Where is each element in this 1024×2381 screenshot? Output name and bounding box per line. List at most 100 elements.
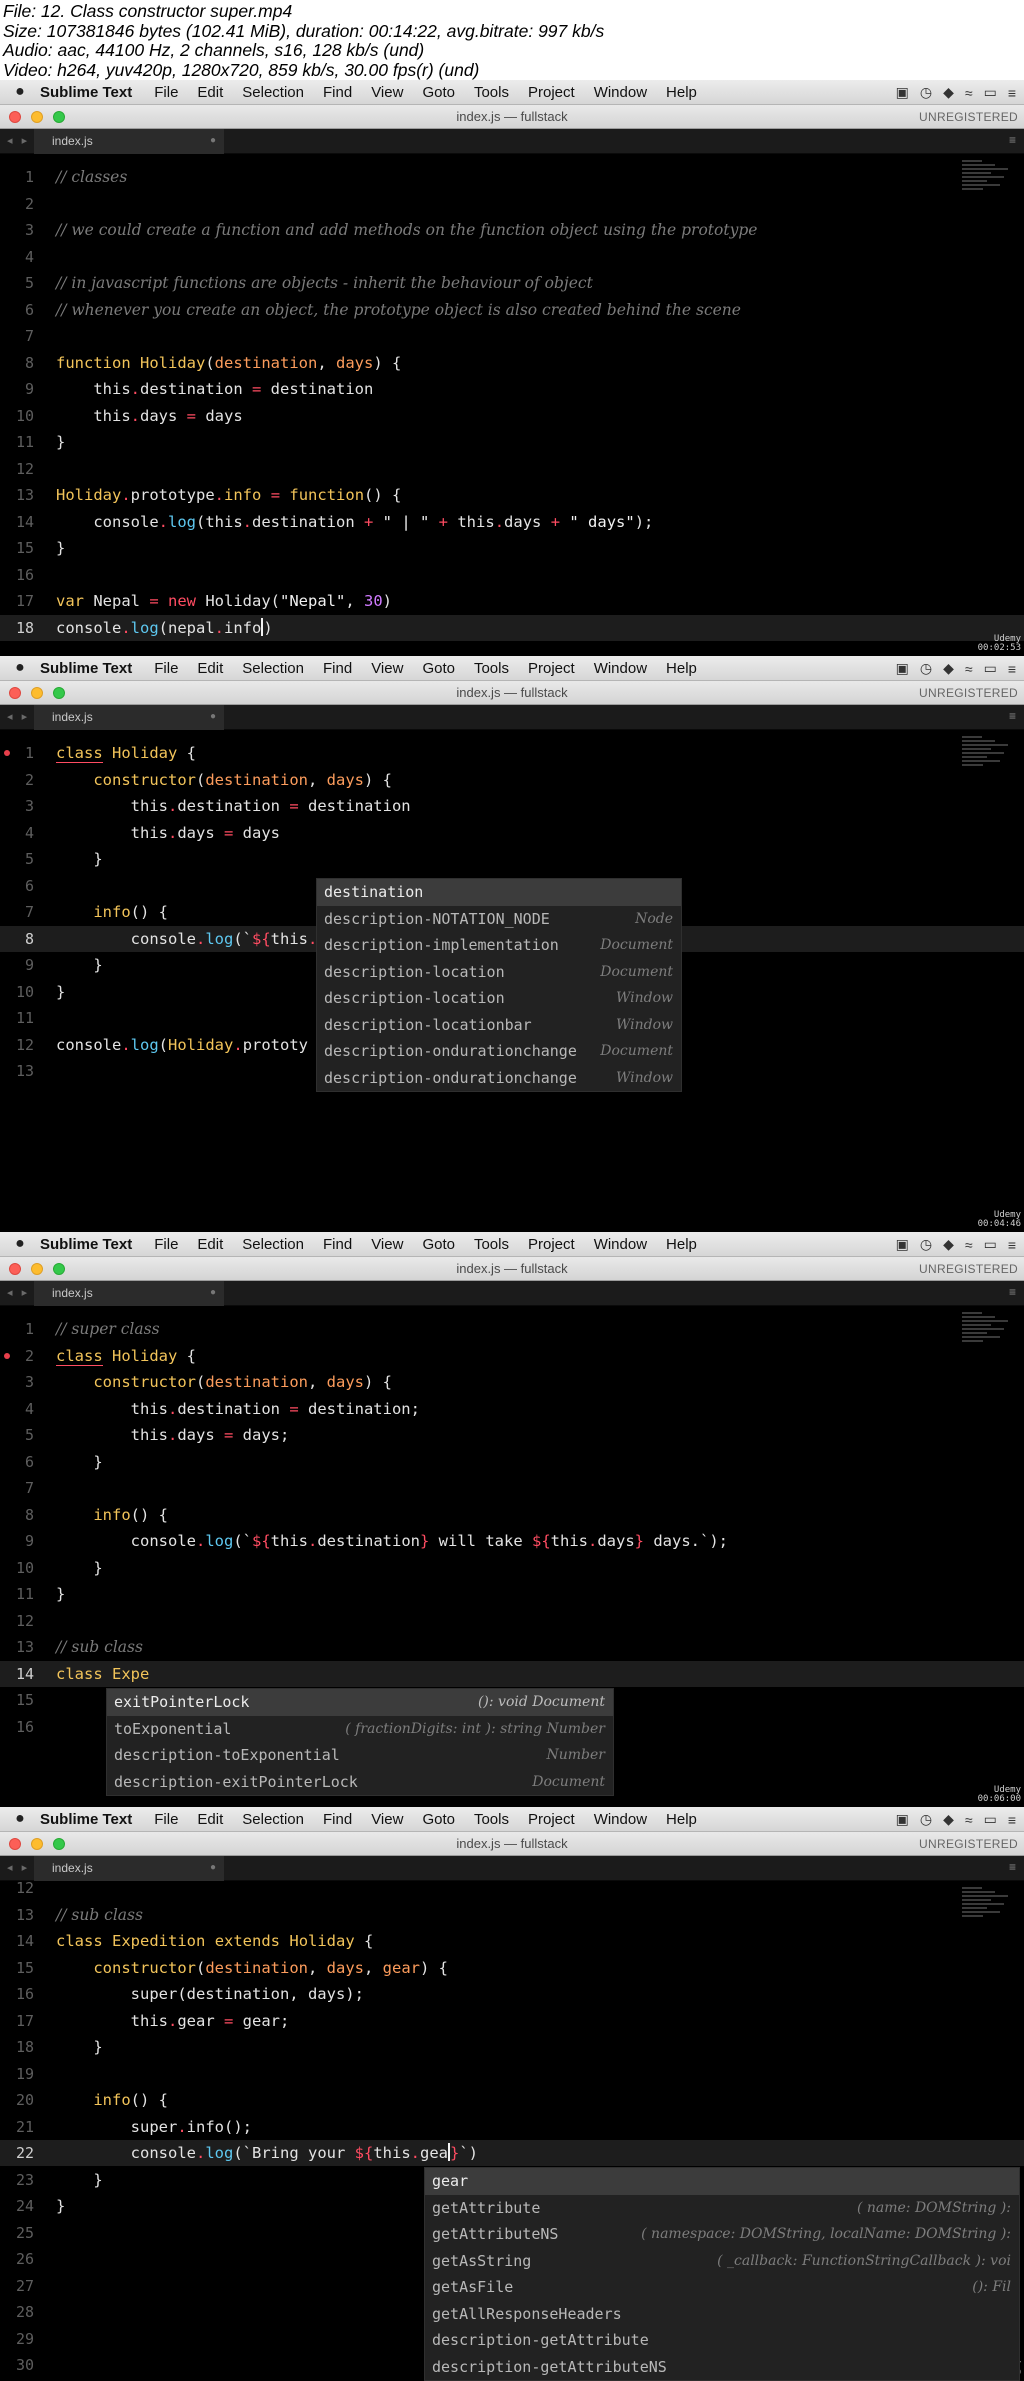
app-name-menu[interactable]: Sublime Text — [40, 1236, 132, 1253]
menu-file[interactable]: File — [154, 84, 178, 101]
menu-selection[interactable]: Selection — [242, 84, 304, 101]
tab-modified-icon[interactable]: ● — [210, 711, 216, 722]
autocomplete-item[interactable]: description-getAttribute — [425, 2327, 1019, 2354]
autocomplete-item[interactable]: description-ondurationchange Document — [317, 1038, 681, 1065]
menu-project[interactable]: Project — [528, 84, 575, 101]
autocomplete-popup[interactable]: destination description-NOTATION_NODE Node… — [316, 878, 682, 1092]
menu-goto[interactable]: Goto — [422, 1811, 455, 1828]
apple-icon[interactable]: ● — [0, 1235, 40, 1253]
menu-tools[interactable]: Tools — [474, 660, 509, 677]
menu-goto[interactable]: Goto — [422, 1236, 455, 1253]
minimap[interactable] — [962, 1312, 1012, 1344]
autocomplete-item[interactable]: toExponential ( fractionDigits: int ): st… — [107, 1716, 613, 1743]
autocomplete-item[interactable]: description-exitPointerLock Document — [107, 1769, 613, 1796]
tab-menu-icon[interactable]: ≡ — [1009, 133, 1016, 147]
menu-tools[interactable]: Tools — [474, 1811, 509, 1828]
menu-file[interactable]: File — [154, 660, 178, 677]
menu-find[interactable]: Find — [323, 1811, 352, 1828]
menu-help[interactable]: Help — [666, 1811, 697, 1828]
tab-menu-icon[interactable]: ≡ — [1009, 709, 1016, 723]
menu-goto[interactable]: Goto — [422, 660, 455, 677]
code-editor[interactable]: 1 // classes 2 3 // we could create a functi… — [0, 154, 1024, 656]
menu-window[interactable]: Window — [594, 660, 647, 677]
dropbox-icon[interactable]: ◆ — [943, 1236, 954, 1253]
menu-tools[interactable]: Tools — [474, 84, 509, 101]
airplay-icon[interactable]: ▭ — [984, 84, 997, 101]
tab-nav-arrows-icon[interactable]: ◂ ▸ — [7, 134, 30, 147]
tab-modified-icon[interactable]: ● — [210, 1862, 216, 1873]
tab-index-js[interactable]: index.js ● — [34, 1856, 224, 1881]
autocomplete-item[interactable]: gear — [425, 2168, 1019, 2195]
dropbox-icon[interactable]: ◆ — [943, 1811, 954, 1828]
autocomplete-item[interactable]: getAttribute ( name: DOMString ): — [425, 2195, 1019, 2222]
minimap[interactable] — [962, 160, 1012, 192]
menu-help[interactable]: Help — [666, 84, 697, 101]
tab-modified-icon[interactable]: ● — [210, 1287, 216, 1298]
autocomplete-item[interactable]: getAllResponseHeaders — [425, 2301, 1019, 2328]
list-icon[interactable]: ≡ — [1008, 1812, 1016, 1828]
autocomplete-item[interactable]: getAsFile (): Fil — [425, 2274, 1019, 2301]
app-name-menu[interactable]: Sublime Text — [40, 660, 132, 677]
airplay-icon[interactable]: ▭ — [984, 660, 997, 677]
autocomplete-item[interactable]: getAsString ( _callback: FunctionStringCa… — [425, 2248, 1019, 2275]
camera-icon[interactable]: ▣ — [896, 1811, 909, 1828]
menu-edit[interactable]: Edit — [197, 1236, 223, 1253]
dropbox-icon[interactable]: ◆ — [943, 660, 954, 677]
autocomplete-item[interactable]: getAttributeNS ( namespace: DOMString, lo… — [425, 2221, 1019, 2248]
autocomplete-item[interactable]: description-NOTATION_NODE Node — [317, 906, 681, 933]
apple-icon[interactable]: ● — [0, 1810, 40, 1828]
menu-edit[interactable]: Edit — [197, 1811, 223, 1828]
autocomplete-popup[interactable]: gear getAttribute( name: DOMString ): getA… — [424, 2167, 1020, 2381]
camera-icon[interactable]: ▣ — [896, 660, 909, 677]
list-icon[interactable]: ≡ — [1008, 85, 1016, 101]
apple-icon[interactable]: ● — [0, 659, 40, 677]
menu-view[interactable]: View — [371, 660, 403, 677]
clock-icon[interactable]: ◷ — [920, 84, 932, 101]
menu-tools[interactable]: Tools — [474, 1236, 509, 1253]
menu-window[interactable]: Window — [594, 1236, 647, 1253]
autocomplete-item[interactable]: destination — [317, 879, 681, 906]
menu-edit[interactable]: Edit — [197, 84, 223, 101]
autocomplete-item[interactable]: description-location Window — [317, 985, 681, 1012]
menu-project[interactable]: Project — [528, 660, 575, 677]
dropbox-icon[interactable]: ◆ — [943, 84, 954, 101]
airplay-icon[interactable]: ▭ — [984, 1236, 997, 1253]
menu-help[interactable]: Help — [666, 1236, 697, 1253]
list-icon[interactable]: ≡ — [1008, 1237, 1016, 1253]
menu-project[interactable]: Project — [528, 1811, 575, 1828]
tab-index-js[interactable]: index.js ● — [34, 705, 224, 730]
autocomplete-item[interactable]: exitPointerLock (): void Document — [107, 1689, 613, 1716]
menu-selection[interactable]: Selection — [242, 1236, 304, 1253]
tab-modified-icon[interactable]: ● — [210, 135, 216, 146]
tab-nav-arrows-icon[interactable]: ◂ ▸ — [7, 1861, 30, 1874]
wifi-icon[interactable]: ≈ — [965, 85, 973, 101]
menu-view[interactable]: View — [371, 84, 403, 101]
menu-window[interactable]: Window — [594, 1811, 647, 1828]
autocomplete-item[interactable]: description-toExponential Number — [107, 1742, 613, 1769]
airplay-icon[interactable]: ▭ — [984, 1811, 997, 1828]
list-icon[interactable]: ≡ — [1008, 661, 1016, 677]
menu-view[interactable]: View — [371, 1236, 403, 1253]
autocomplete-item[interactable]: description-locationbar Window — [317, 1012, 681, 1039]
wifi-icon[interactable]: ≈ — [965, 1237, 973, 1253]
camera-icon[interactable]: ▣ — [896, 84, 909, 101]
app-name-menu[interactable]: Sublime Text — [40, 1811, 132, 1828]
menu-file[interactable]: File — [154, 1811, 178, 1828]
tab-menu-icon[interactable]: ≡ — [1009, 1285, 1016, 1299]
tab-index-js[interactable]: index.js ● — [34, 129, 224, 154]
autocomplete-item[interactable]: description-location Document — [317, 959, 681, 986]
app-name-menu[interactable]: Sublime Text — [40, 84, 132, 101]
autocomplete-popup[interactable]: exitPointerLock (): void Document toExpone… — [106, 1688, 614, 1796]
menu-find[interactable]: Find — [323, 84, 352, 101]
apple-icon[interactable]: ● — [0, 83, 40, 101]
tab-menu-icon[interactable]: ≡ — [1009, 1860, 1016, 1874]
autocomplete-item[interactable]: description-ondurationchange Window — [317, 1065, 681, 1092]
menu-find[interactable]: Find — [323, 660, 352, 677]
tab-index-js[interactable]: index.js ● — [34, 1281, 224, 1306]
menu-selection[interactable]: Selection — [242, 660, 304, 677]
minimap[interactable] — [962, 1887, 1012, 1919]
wifi-icon[interactable]: ≈ — [965, 661, 973, 677]
menu-edit[interactable]: Edit — [197, 660, 223, 677]
camera-icon[interactable]: ▣ — [896, 1236, 909, 1253]
wifi-icon[interactable]: ≈ — [965, 1812, 973, 1828]
